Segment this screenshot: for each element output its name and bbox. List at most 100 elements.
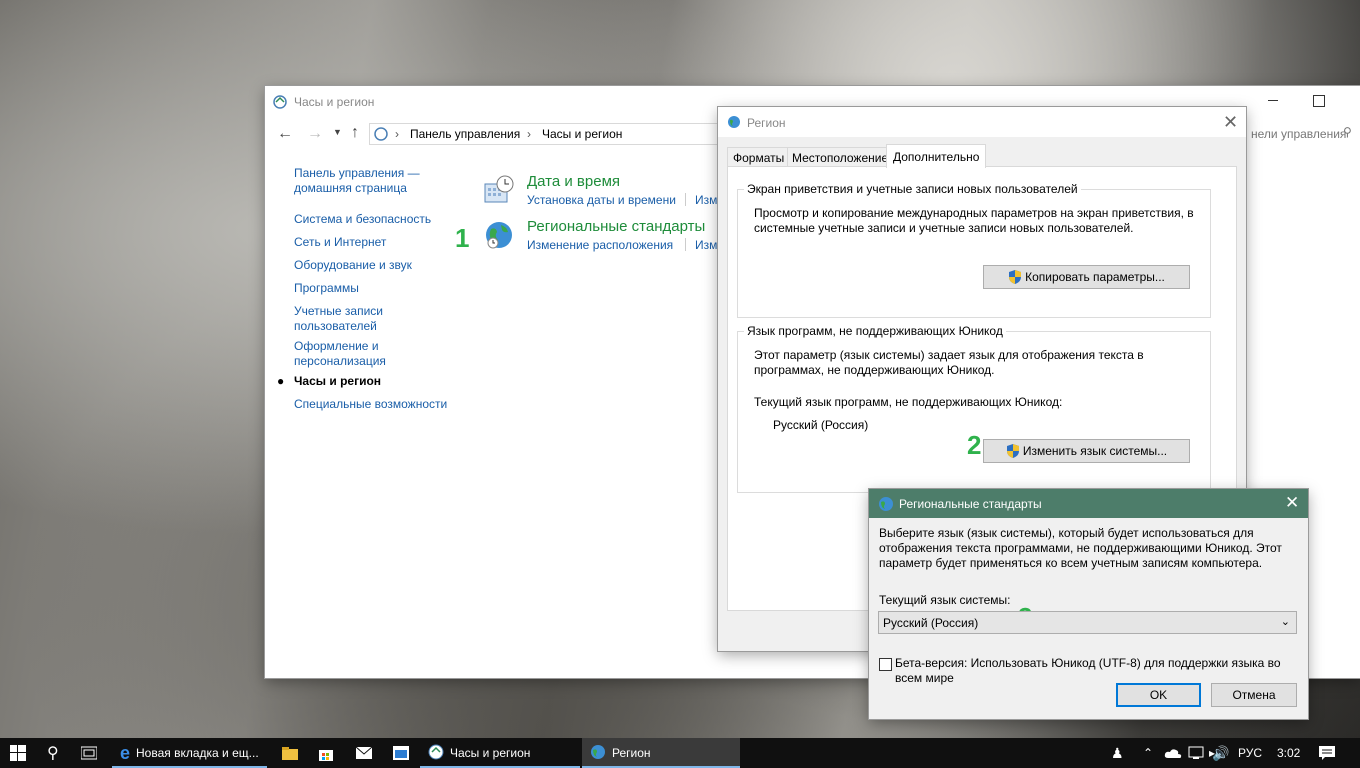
regional-standards-dialog: Региональные стандарты ✕ Выберите язык (… bbox=[869, 489, 1308, 719]
regional-dialog-title: Региональные стандарты bbox=[899, 497, 1042, 511]
sidebar-active-bullet-icon: ● bbox=[277, 374, 285, 388]
unicode-language-group: Язык программ, не поддерживающих Юникод … bbox=[737, 324, 1211, 493]
tab-advanced[interactable]: Дополнительно bbox=[886, 144, 987, 168]
tab-location-label: Местоположение bbox=[792, 150, 889, 165]
cp-address-icon bbox=[374, 127, 388, 144]
date-time-more-link[interactable]: Изм bbox=[695, 193, 717, 207]
regional-dialog-globe-icon bbox=[878, 496, 894, 515]
copy-settings-button[interactable]: Копировать параметры... bbox=[983, 265, 1190, 289]
sidebar-item-clock-region[interactable]: Часы и регион bbox=[294, 374, 381, 388]
date-time-heading[interactable]: Дата и время bbox=[527, 173, 620, 190]
taskbar-app-region-label: Регион bbox=[612, 746, 651, 760]
app-window-icon[interactable] bbox=[393, 738, 409, 768]
task-view-icon[interactable] bbox=[81, 738, 97, 768]
minimize-button[interactable] bbox=[1268, 100, 1278, 101]
step-marker-2: 2 bbox=[967, 430, 982, 460]
sidebar-home-link[interactable]: Панель управления — домашняя страница bbox=[294, 166, 424, 196]
current-system-locale-label: Текущий язык системы: bbox=[879, 593, 1011, 607]
sidebar-item-accessibility[interactable]: Специальные возможности bbox=[294, 397, 447, 411]
tab-formats-label: Форматы bbox=[733, 150, 785, 165]
search-placeholder-text: нели управления bbox=[1251, 127, 1347, 141]
sidebar-item-appearance[interactable]: Оформление и персонализация bbox=[294, 339, 394, 369]
search-icon[interactable]: ⚲ bbox=[47, 738, 59, 768]
sidebar-item-network[interactable]: Сеть и Интернет bbox=[294, 235, 386, 249]
taskbar-app-edge-label: Новая вкладка и ещ... bbox=[136, 746, 259, 760]
recent-chevron-icon[interactable]: ▼ bbox=[333, 127, 342, 137]
sidebar-item-programs[interactable]: Программы bbox=[294, 281, 359, 295]
search-box[interactable]: нели управления ⚲ bbox=[1245, 123, 1360, 145]
cp-window-icon bbox=[273, 95, 287, 109]
regional-close-icon[interactable]: ✕ bbox=[1285, 493, 1299, 513]
regional-settings-heading[interactable]: Региональные стандарты bbox=[527, 218, 705, 235]
taskbar-app-control-panel[interactable]: Часы и регион bbox=[420, 738, 580, 768]
back-arrow-icon[interactable]: ← bbox=[277, 125, 293, 143]
utf8-checkbox-label[interactable]: Бета-версия: Использовать Юникод (UTF-8)… bbox=[895, 656, 1295, 686]
sidebar-item-hardware[interactable]: Оборудование и звук bbox=[294, 258, 412, 272]
action-center-notify-icon[interactable] bbox=[1188, 738, 1204, 768]
system-locale-select[interactable]: Русский (Россия) ⌄ bbox=[878, 611, 1297, 634]
regional-description: Выберите язык (язык системы), который бу… bbox=[879, 526, 1282, 570]
sidebar-item-security[interactable]: Система и безопасность bbox=[294, 212, 431, 226]
taskbar-app-edge[interactable]: e Новая вкладка и ещ... bbox=[112, 738, 267, 768]
breadcrumb-control-panel[interactable]: Панель управления bbox=[410, 127, 520, 141]
breadcrumb-clock-region[interactable]: Часы и регион bbox=[542, 127, 622, 141]
welcome-group-title: Экран приветствия и учетные записи новых… bbox=[744, 182, 1081, 196]
unicode-group-title: Язык программ, не поддерживающих Юникод bbox=[744, 324, 1006, 338]
cancel-label: Отмена bbox=[1232, 688, 1276, 702]
welcome-group-text: Просмотр и копирование международных пар… bbox=[754, 206, 1194, 235]
uac-shield-icon bbox=[1006, 443, 1020, 459]
action-center-icon[interactable] bbox=[1319, 738, 1335, 768]
region-dialog-globe-icon bbox=[727, 115, 741, 132]
maximize-button[interactable] bbox=[1313, 95, 1325, 107]
onedrive-cloud-icon[interactable] bbox=[1164, 738, 1182, 768]
search-icon: ⚲ bbox=[1343, 125, 1352, 139]
regional-more-link[interactable]: Изм bbox=[695, 238, 717, 252]
taskbar-app-region[interactable]: Регион bbox=[582, 738, 740, 768]
clock-time[interactable]: 3:02 bbox=[1277, 738, 1300, 768]
link-divider bbox=[685, 238, 686, 251]
step-marker-1: 1 bbox=[455, 223, 470, 253]
change-system-locale-button[interactable]: Изменить язык системы... bbox=[983, 439, 1190, 463]
date-time-icon bbox=[483, 174, 515, 209]
cp-window-title: Часы и регион bbox=[294, 95, 375, 109]
people-icon[interactable]: ♟ bbox=[1111, 738, 1124, 768]
tab-formats[interactable]: Форматы bbox=[727, 147, 791, 168]
cancel-button[interactable]: Отмена bbox=[1211, 683, 1297, 707]
chevron-down-icon: ⌄ bbox=[1280, 616, 1290, 628]
close-icon[interactable]: ✕ bbox=[1223, 112, 1238, 133]
file-explorer-icon[interactable] bbox=[282, 738, 298, 768]
ok-button[interactable]: OK bbox=[1116, 683, 1201, 707]
current-unicode-label: Текущий язык программ, не поддерживающих… bbox=[754, 395, 1063, 409]
tab-location[interactable]: Местоположение bbox=[787, 147, 894, 168]
utf8-checkbox[interactable] bbox=[879, 658, 892, 671]
tab-advanced-label: Дополнительно bbox=[893, 149, 980, 164]
link-divider bbox=[685, 193, 686, 206]
address-bar[interactable]: › Панель управления › Часы и регион bbox=[369, 123, 719, 145]
region-title-bar bbox=[718, 107, 1246, 137]
system-locale-value: Русский (Россия) bbox=[883, 616, 979, 630]
volume-icon[interactable]: 🔊 bbox=[1212, 738, 1229, 768]
mail-icon[interactable] bbox=[356, 738, 372, 768]
globe-icon bbox=[483, 219, 515, 254]
ok-label: OK bbox=[1149, 688, 1168, 702]
current-unicode-value: Русский (Россия) bbox=[773, 418, 869, 432]
edge-icon: e bbox=[120, 742, 131, 763]
region-dialog-title: Регион bbox=[747, 116, 786, 130]
breadcrumb-separator-icon: › bbox=[527, 127, 531, 141]
breadcrumb-separator-icon: › bbox=[395, 127, 399, 141]
store-icon[interactable] bbox=[318, 738, 334, 768]
input-language-indicator[interactable]: РУС bbox=[1238, 738, 1262, 768]
show-hidden-icons-chevron-icon[interactable]: ⌃ bbox=[1143, 738, 1153, 768]
uac-shield-icon bbox=[1008, 269, 1022, 285]
control-panel-icon bbox=[428, 744, 444, 763]
start-windows-icon[interactable] bbox=[10, 738, 26, 768]
up-arrow-icon[interactable]: ↑ bbox=[351, 124, 359, 142]
change-system-locale-label: Изменить язык системы... bbox=[1022, 444, 1168, 458]
sidebar-item-accounts[interactable]: Учетные записи пользователей bbox=[294, 304, 394, 334]
welcome-screen-group: Экран приветствия и учетные записи новых… bbox=[737, 182, 1211, 318]
forward-arrow-icon[interactable]: → bbox=[307, 125, 323, 143]
globe-icon bbox=[590, 744, 606, 763]
set-date-time-link[interactable]: Установка даты и времени bbox=[527, 193, 676, 207]
change-location-link[interactable]: Изменение расположения bbox=[527, 238, 673, 252]
taskbar-app-control-panel-label: Часы и регион bbox=[450, 746, 531, 760]
